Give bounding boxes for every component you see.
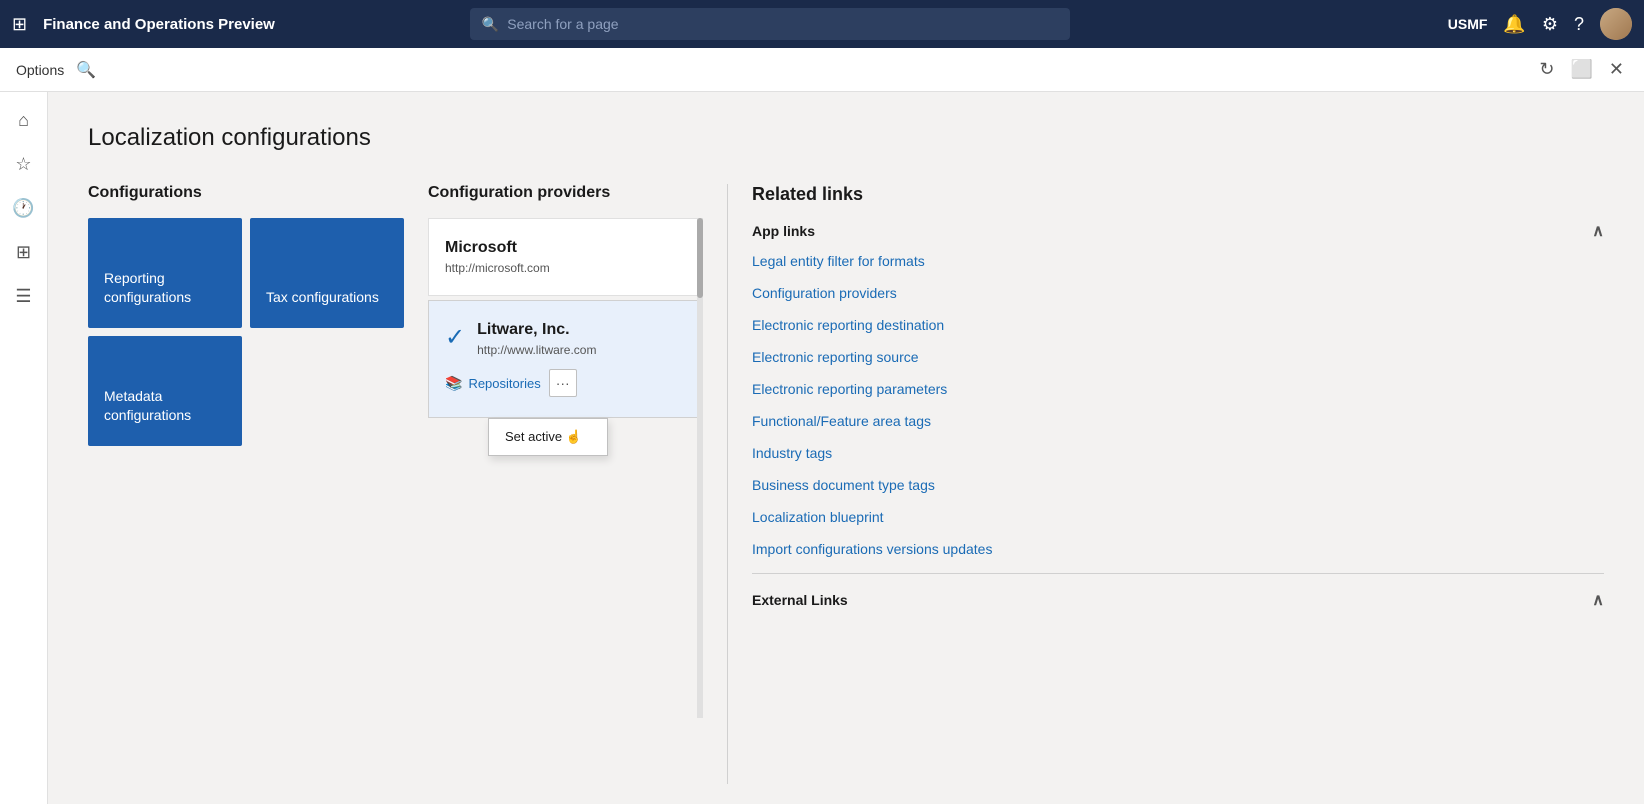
functional-feature-area-tags-link[interactable]: Functional/Feature area tags — [752, 413, 1604, 429]
options-bar: Options 🔍 ↻ ⬜ ✕ — [0, 48, 1644, 92]
tax-tile[interactable]: Tax configurations — [250, 218, 404, 328]
company-label: USMF — [1448, 16, 1488, 32]
top-bar: ⊞ Finance and Operations Preview 🔍 USMF … — [0, 0, 1644, 48]
configuration-providers-link[interactable]: Configuration providers — [752, 285, 1604, 301]
providers-title: Configuration providers — [428, 184, 703, 202]
search-bar[interactable]: 🔍 — [470, 8, 1070, 40]
provider-actions: 📚 Repositories ··· — [445, 369, 686, 397]
app-title: Finance and Operations Preview — [43, 16, 275, 33]
scroll-track — [697, 218, 703, 718]
related-links-title: Related links — [752, 184, 1604, 205]
sidebar-home-icon[interactable]: ⌂ — [4, 100, 44, 140]
left-sidebar: ⌂ ☆ 🕐 ⊞ ☰ — [0, 92, 48, 804]
legal-entity-filter-link[interactable]: Legal entity filter for formats — [752, 253, 1604, 269]
configurations-column: Configurations Reporting configurations … — [88, 184, 428, 784]
localization-blueprint-link[interactable]: Localization blueprint — [752, 509, 1604, 525]
set-active-item[interactable]: Set active ☝ — [489, 419, 607, 455]
gear-icon[interactable]: ⚙ — [1542, 14, 1558, 35]
metadata-tile[interactable]: Metadata configurations — [88, 336, 242, 446]
bell-icon[interactable]: 🔔 — [1503, 14, 1525, 35]
tile-grid: Reporting configurations Tax configurati… — [88, 218, 404, 446]
related-links-column: Related links App links ∧ Legal entity f… — [728, 184, 1604, 784]
cursor-pointer-indicator: ☝ — [566, 429, 582, 444]
providers-scroll[interactable]: Microsoft http://microsoft.com ✓ Litware… — [428, 218, 703, 718]
related-divider — [752, 573, 1604, 574]
external-links-collapse-icon[interactable]: ∧ — [1592, 590, 1604, 610]
sidebar-star-icon[interactable]: ☆ — [4, 144, 44, 184]
set-active-dropdown: Set active ☝ — [488, 418, 608, 456]
business-document-type-tags-link[interactable]: Business document type tags — [752, 477, 1604, 493]
avatar[interactable] — [1600, 8, 1632, 40]
options-label: Options — [16, 62, 64, 78]
options-search-icon[interactable]: 🔍 — [76, 60, 96, 80]
litware-provider-url: http://www.litware.com — [477, 343, 686, 357]
microsoft-provider-name: Microsoft — [445, 239, 686, 257]
litware-card-wrapper: ✓ Litware, Inc. http://www.litware.com 📚… — [428, 300, 703, 418]
restore-button[interactable]: ⬜ — [1566, 55, 1596, 84]
help-icon[interactable]: ? — [1574, 14, 1584, 35]
electronic-reporting-source-link[interactable]: Electronic reporting source — [752, 349, 1604, 365]
grid-icon[interactable]: ⊞ — [12, 14, 27, 35]
electronic-reporting-parameters-link[interactable]: Electronic reporting parameters — [752, 381, 1604, 397]
search-input[interactable] — [507, 16, 1058, 32]
configurations-title: Configurations — [88, 184, 404, 202]
config-providers-column: Configuration providers Microsoft http:/… — [428, 184, 728, 784]
top-bar-right: USMF 🔔 ⚙ ? — [1448, 8, 1632, 40]
active-checkmark-icon: ✓ — [445, 323, 465, 352]
app-links-header: App links ∧ — [752, 221, 1604, 241]
industry-tags-link[interactable]: Industry tags — [752, 445, 1604, 461]
page-title: Localization configurations — [88, 124, 1604, 152]
scroll-thumb[interactable] — [697, 218, 703, 298]
repository-icon: 📚 — [445, 375, 462, 392]
litware-provider-name: Litware, Inc. — [477, 321, 686, 339]
microsoft-provider-card: Microsoft http://microsoft.com — [428, 218, 703, 296]
reporting-tile[interactable]: Reporting configurations — [88, 218, 242, 328]
microsoft-provider-url: http://microsoft.com — [445, 261, 686, 275]
more-options-button[interactable]: ··· — [549, 369, 577, 397]
search-icon: 🔍 — [482, 16, 499, 33]
three-column-layout: Configurations Reporting configurations … — [88, 184, 1604, 784]
sidebar-list-icon[interactable]: ☰ — [4, 276, 44, 316]
litware-provider-card: ✓ Litware, Inc. http://www.litware.com 📚… — [428, 300, 703, 418]
app-links-collapse-icon[interactable]: ∧ — [1592, 221, 1604, 241]
options-bar-right: ↻ ⬜ ✕ — [1535, 55, 1628, 84]
electronic-reporting-destination-link[interactable]: Electronic reporting destination — [752, 317, 1604, 333]
litware-info: Litware, Inc. http://www.litware.com — [477, 321, 686, 357]
sidebar-clock-icon[interactable]: 🕐 — [4, 188, 44, 228]
refresh-button[interactable]: ↻ — [1535, 55, 1558, 84]
external-links-header: External Links ∧ — [752, 590, 1604, 610]
litware-card-inner: ✓ Litware, Inc. http://www.litware.com — [445, 321, 686, 357]
sidebar-grid-icon[interactable]: ⊞ — [4, 232, 44, 272]
import-configurations-link[interactable]: Import configurations versions updates — [752, 541, 1604, 557]
close-button[interactable]: ✕ — [1605, 55, 1628, 84]
main-content: Localization configurations Configuratio… — [48, 92, 1644, 804]
repositories-button[interactable]: 📚 Repositories — [445, 375, 541, 392]
